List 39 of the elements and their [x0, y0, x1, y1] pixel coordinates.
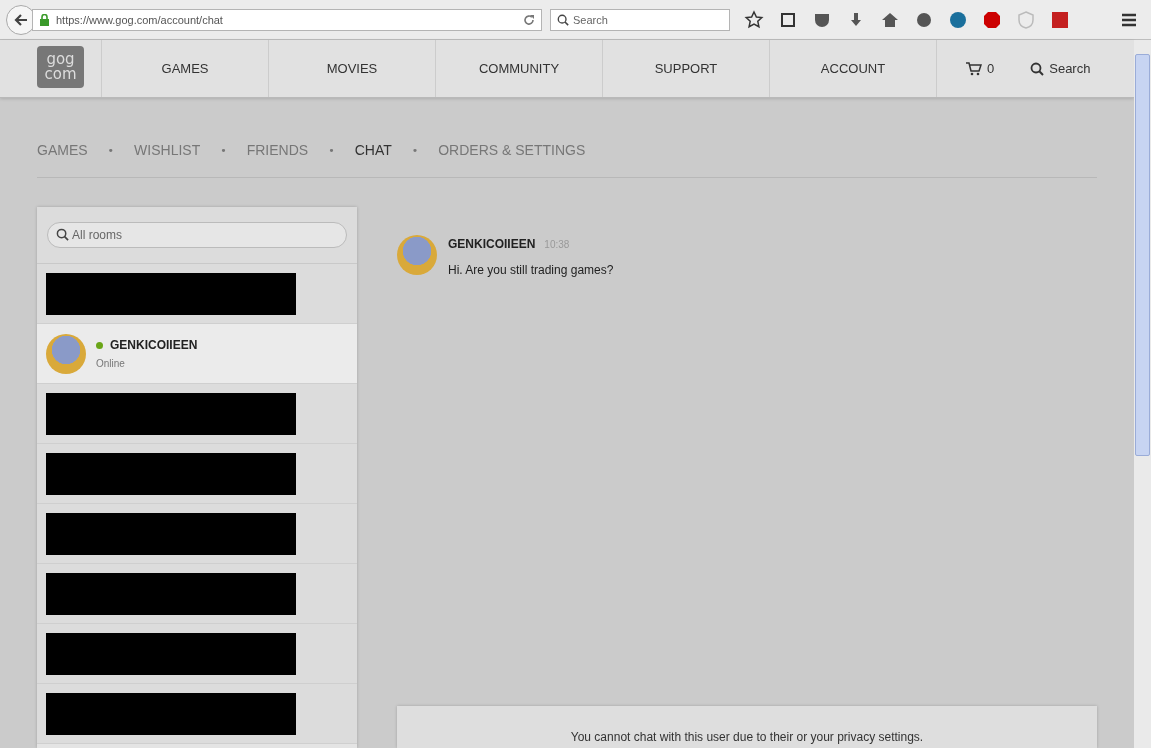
search-icon: [557, 13, 569, 26]
room-item[interactable]: [37, 624, 357, 684]
padlock-icon: [39, 13, 50, 26]
message-text: Hi. Are you still trading games?: [448, 263, 614, 277]
nav-link[interactable]: ACCOUNT: [769, 40, 936, 97]
section-tab[interactable]: CHAT: [354, 142, 392, 158]
star-icon[interactable]: [744, 9, 764, 30]
cart-link[interactable]: 0: [965, 61, 995, 76]
avatar: [46, 333, 86, 374]
nav-link[interactable]: SUPPORT: [602, 40, 769, 97]
separator-dot: •: [328, 143, 335, 159]
room-item[interactable]: [37, 384, 357, 444]
scrollbar[interactable]: [1134, 40, 1151, 748]
nav-link[interactable]: COMMUNITY: [435, 40, 602, 97]
room-item[interactable]: [37, 264, 357, 324]
reload-icon[interactable]: [523, 13, 535, 26]
nav-link[interactable]: GAMES: [101, 40, 268, 97]
room-item[interactable]: [37, 564, 357, 624]
privacy-notice: You cannot chat with this user due to their or your privacy settings.: [570, 730, 924, 744]
user-status: Online: [96, 358, 126, 369]
separator-dot: •: [411, 143, 419, 159]
search-icon: [56, 228, 69, 241]
rooms-search-field[interactable]: All rooms: [47, 222, 347, 248]
room-item[interactable]: [37, 684, 357, 744]
search-link[interactable]: Search: [1030, 61, 1091, 76]
search-field[interactable]: Search: [550, 8, 730, 31]
separator-dot: •: [220, 143, 227, 159]
message-author: GENKICOIIEEN: [448, 237, 536, 251]
avatar: [397, 235, 437, 275]
back-arrow-icon: [13, 11, 29, 28]
nav-link[interactable]: MOVIES: [268, 40, 435, 97]
room-item[interactable]: [37, 444, 357, 504]
address-bar[interactable]: https://www.gog.com/account/chat: [32, 8, 542, 31]
room-item[interactable]: [37, 504, 357, 564]
search-icon: [1030, 61, 1045, 76]
user-name: GENKICOIIEEN: [110, 338, 198, 352]
separator-dot: •: [107, 143, 115, 159]
room-item[interactable]: GENKICOIIEEN Online: [37, 324, 357, 384]
cart-icon: [965, 61, 982, 76]
